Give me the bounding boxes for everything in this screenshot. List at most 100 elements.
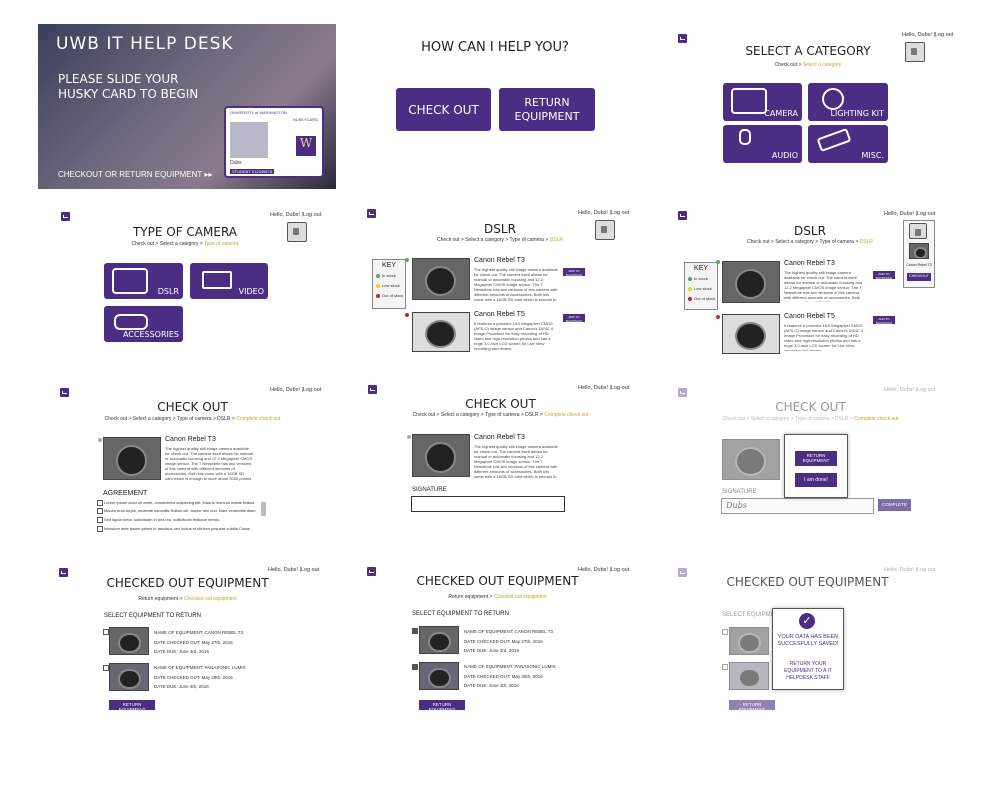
back-icon[interactable] — [368, 385, 377, 394]
category-lighting[interactable]: LIGHTING KIT — [808, 83, 888, 121]
return-equipment-button[interactable]: RETURN EQUIPMENT — [729, 700, 775, 712]
low-stock-dot — [688, 287, 692, 291]
return-checkbox[interactable] — [722, 664, 728, 670]
type-video[interactable]: VIDEO — [190, 263, 268, 299]
camera-icon — [112, 268, 148, 294]
equipment-due: DATE DUE: June 4th, 2016 — [154, 684, 209, 689]
return-checkbox[interactable] — [722, 629, 728, 635]
return-button-line2: EQUIPMENT — [514, 110, 580, 123]
add-to-backpack-button[interactable]: ADD TO BACKPACK — [873, 316, 895, 325]
backpack-icon[interactable] — [905, 42, 925, 62]
cable-icon — [114, 314, 148, 330]
camera-type-title: TYPE OF CAMERA — [132, 225, 238, 239]
saved-message: YOUR DATA HAS BEEN SUCCESFULLY SAVED! — [777, 634, 839, 647]
back-icon[interactable] — [367, 209, 376, 218]
back-icon[interactable] — [60, 388, 69, 397]
backpack-icon[interactable] — [909, 223, 927, 239]
in-stock-dot — [376, 274, 380, 278]
backpack-icon[interactable] — [595, 220, 615, 240]
agreement-scrollbar[interactable] — [261, 502, 266, 516]
user-greeting: Hello, Dubs! |Log out — [578, 567, 630, 573]
backpack-icon[interactable] — [287, 222, 307, 242]
dslr-title: DSLR — [794, 224, 826, 238]
return-equipment-button[interactable]: RETURN EQUIPMENT — [419, 700, 465, 712]
back-icon[interactable] — [61, 212, 70, 221]
product-image-t3 — [722, 439, 780, 480]
product-desc: The highest quality still image camera a… — [784, 270, 863, 302]
equipment-image — [419, 662, 459, 690]
equipment-name: NAME OF EQUIPMENT: CANON REBEL T3 — [464, 629, 554, 634]
stock-dot — [716, 315, 720, 319]
return-instruction: RETURN YOUR EQUIPMENT TO A IT HELPDESK S… — [784, 661, 832, 681]
category-audio[interactable]: AUDIO — [723, 125, 802, 163]
type-dslr[interactable]: DSLR — [104, 263, 183, 299]
return-equipment-button[interactable]: RETURN EQUIPMENT — [109, 700, 155, 712]
welcome-prompt-line2: HUSKY CARD TO BEGIN — [58, 87, 199, 101]
back-icon[interactable] — [678, 34, 687, 43]
select-label: SELECT EQUIPMENT TO RETURN — [412, 611, 509, 617]
checkout-title: CHECK OUT — [157, 400, 228, 414]
equipment-image — [419, 626, 459, 654]
key-out-stock: Out of stock — [382, 293, 404, 298]
signature-field[interactable]: Dubs — [721, 498, 874, 514]
product-image-t3 — [103, 437, 161, 480]
add-to-backpack-button[interactable]: ADD TO BACKPACK — [873, 271, 895, 280]
stock-dot — [405, 313, 409, 317]
user-greeting: Hello, Dubs! |Log out — [270, 387, 322, 393]
agreement-clause: Sed ligula tortor, sollicitudin in arcu … — [104, 517, 221, 522]
checkout-button[interactable]: CHECK OUT — [396, 88, 491, 131]
checkout-button-label: CHECK OUT — [408, 103, 479, 117]
checkout-button[interactable]: CHECKOUT — [907, 273, 931, 281]
video-camera-icon — [202, 271, 232, 289]
complete-button[interactable]: COMPLETE — [878, 499, 911, 511]
equipment-image — [109, 627, 149, 655]
category-misc[interactable]: MISC. — [808, 125, 888, 163]
dslr-title: DSLR — [484, 222, 516, 236]
back-icon[interactable] — [59, 568, 68, 577]
signature-label: SIGNATURE — [722, 489, 757, 495]
back-icon[interactable] — [678, 568, 687, 577]
breadcrumb: Check out > Select a category > Type of … — [722, 416, 899, 422]
key-out-stock: Out of stock — [694, 296, 716, 301]
welcome-screen: UWB IT HELP DESK PLEASE SLIDE YOUR HUSKY… — [38, 24, 336, 189]
product-name: Canon Rebel T3 — [165, 436, 216, 443]
add-to-backpack-button[interactable]: ADD TO BACKPACK — [563, 314, 585, 323]
add-to-backpack-button[interactable]: ADD TO BACKPACK — [563, 268, 585, 277]
back-icon[interactable] — [367, 567, 376, 576]
agreement-clause: Lorem ipsum dolor sit amet, consectetur … — [104, 500, 256, 505]
card-w-logo: W — [296, 136, 316, 156]
product-desc: The highest quality still image camera a… — [165, 446, 253, 482]
user-greeting: Hello, Dubs! |Log out — [902, 32, 954, 38]
sun-icon — [822, 88, 844, 110]
agreement-checkbox[interactable] — [97, 508, 103, 514]
return-equipment-button[interactable]: RETURN EQUIPMENT — [499, 88, 595, 131]
agreement-clause: Mauris eros turpis, molestie convallis f… — [104, 508, 257, 513]
key-title: KEY — [381, 262, 396, 269]
signature-field[interactable] — [411, 496, 565, 512]
category-camera[interactable]: CAMERA — [723, 83, 802, 121]
breadcrumb: Check out > Select a category > Type of … — [131, 241, 239, 247]
equipment-checked-out: DATE CHECKED OUT: May 27th, 2016 — [464, 639, 543, 644]
breadcrumb: Check out > Select a category > Type of … — [412, 412, 589, 418]
stock-dot — [407, 435, 411, 439]
agreement-checkbox[interactable] — [97, 517, 103, 523]
breadcrumb: Return equipment > Checked out equipment — [138, 596, 237, 602]
checkout-title: CHECK OUT — [775, 400, 846, 414]
category-title: SELECT A CATEGORY — [745, 44, 871, 58]
returns-title: CHECKED OUT EQUIPMENT — [416, 574, 579, 588]
help-title: HOW CAN I HELP YOU? — [421, 40, 569, 55]
agreement-checkbox[interactable] — [97, 526, 103, 532]
return-equipment-button[interactable]: RETURN EQUIPMENT — [795, 451, 837, 466]
product-image-t3 — [722, 261, 780, 303]
done-button[interactable]: I am done! — [795, 473, 837, 487]
back-icon[interactable] — [678, 388, 687, 397]
card-photo — [230, 122, 268, 158]
agreement-checkbox[interactable] — [97, 500, 103, 506]
return-checkbox-checked[interactable] — [412, 628, 418, 634]
type-accessories[interactable]: ACCESSORIES — [104, 306, 183, 342]
return-checkbox-checked[interactable] — [412, 664, 418, 670]
back-icon[interactable] — [678, 211, 687, 220]
stock-dot — [98, 438, 102, 442]
returns-title: CHECKED OUT EQUIPMENT — [726, 575, 889, 589]
key-title: KEY — [693, 265, 708, 272]
